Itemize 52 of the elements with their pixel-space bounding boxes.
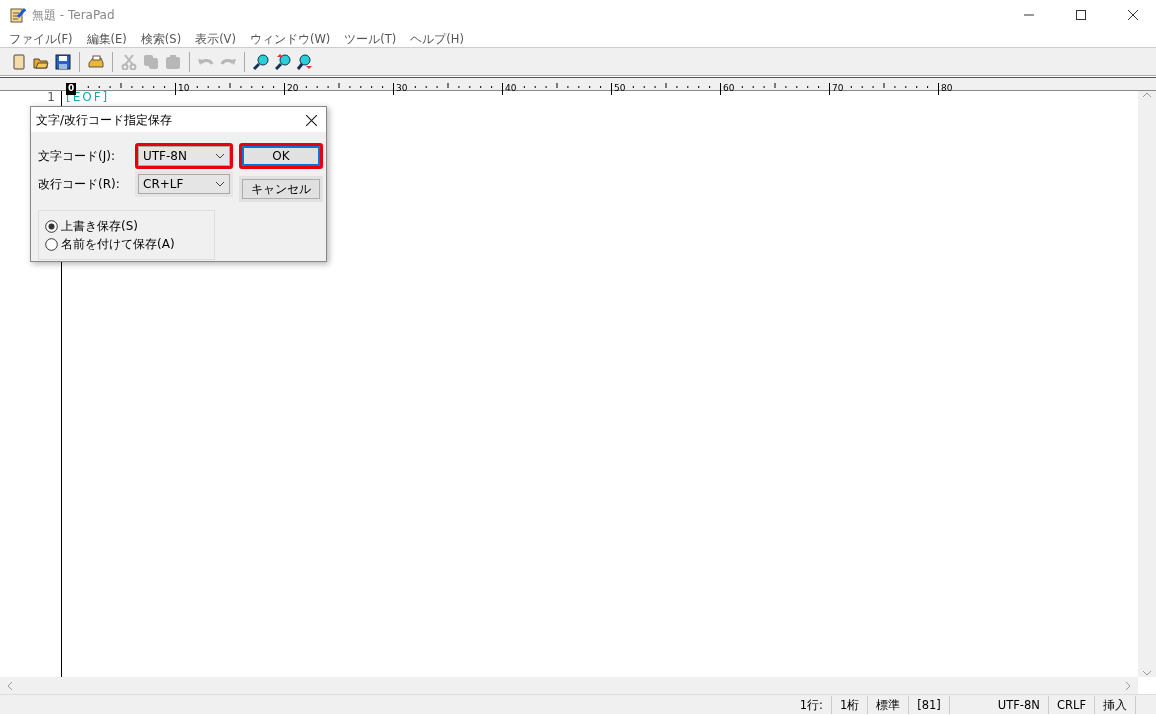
scroll-left-icon[interactable] [6, 680, 14, 691]
ruler-label: 50 [611, 83, 626, 95]
scroll-down-icon[interactable] [1142, 669, 1152, 677]
menu-item[interactable]: 編集(E) [79, 30, 134, 47]
magnifier-icon[interactable] [252, 53, 270, 70]
menu-item[interactable]: ファイル(F) [2, 30, 80, 47]
status-text: 標準 [868, 695, 910, 714]
radio-label[interactable]: 上書き保存(S) [61, 217, 138, 235]
dialog-button[interactable]: キャンセル [239, 176, 323, 202]
radio-button[interactable] [45, 237, 58, 251]
dropdown[interactable]: UTF-8N [135, 143, 233, 169]
menu-item[interactable]: 検索(S) [133, 30, 189, 47]
horizontal-scrollbar[interactable] [0, 677, 1138, 694]
scroll-right-icon[interactable] [1124, 680, 1132, 691]
ruler-label: 60 [720, 83, 735, 95]
status-text: 1行: [791, 695, 832, 714]
magnifier-up-icon[interactable] [274, 53, 292, 70]
dropdown[interactable]: CR+LF [135, 171, 233, 197]
ruler-label: 70 [829, 83, 844, 95]
dialog-title: 文字/改行コード指定保存 [36, 111, 173, 129]
status-text: CRLF [1048, 695, 1095, 714]
new-file-icon[interactable] [10, 53, 28, 70]
menu-item[interactable]: ウィンドウ(W) [242, 30, 338, 47]
printer-icon[interactable] [87, 53, 105, 70]
field-label: 改行コード(R): [38, 175, 121, 193]
ruler-label: 30 [393, 83, 408, 95]
dialog-button[interactable]: OK [239, 143, 323, 169]
ruler-label: 10 [175, 83, 190, 95]
scroll-up-icon[interactable] [1142, 91, 1152, 99]
maximize-icon[interactable] [1076, 10, 1086, 20]
status-text: 1桁 [831, 695, 869, 714]
field-label: 文字コード(J): [38, 147, 116, 165]
vertical-scrollbar[interactable] [1138, 91, 1156, 677]
ruler-label: 40 [502, 83, 517, 95]
line-number: 1 [46, 91, 55, 104]
status-text: [81] [909, 695, 950, 714]
menu-item[interactable]: ヘルプ(H) [403, 30, 471, 47]
magnifier-down-icon[interactable] [296, 53, 314, 70]
caret-icon[interactable] [215, 153, 225, 159]
ruler-label: 80 [938, 83, 953, 95]
caret-icon[interactable] [215, 181, 225, 187]
menu-item[interactable]: 表示(V) [188, 30, 243, 47]
close-icon[interactable] [1128, 10, 1138, 20]
radio-button[interactable] [45, 219, 58, 233]
radio-label[interactable]: 名前を付けて保存(A) [61, 235, 175, 253]
ruler-label: 20 [284, 83, 299, 95]
status-text: UTF-8N [989, 695, 1049, 714]
close-icon[interactable] [305, 114, 317, 126]
status-text: 挿入 [1095, 695, 1136, 714]
menu-item[interactable]: ツール(T) [337, 30, 404, 47]
window-title: 無題 - TeraPad [32, 7, 115, 24]
notepad-icon [10, 7, 26, 23]
